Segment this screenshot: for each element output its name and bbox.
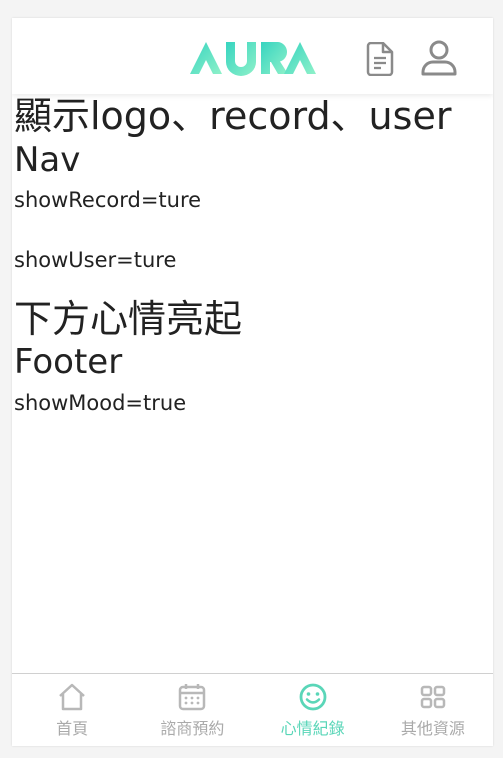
bottom-footer: 首頁 諮商預約 心情紀錄 其他資源 [12,673,493,746]
tab-appointment-label: 諮商預約 [160,719,225,738]
show-user-text: showUser=ture [14,247,177,272]
aura-logo[interactable] [188,40,318,76]
calendar-icon [179,684,206,711]
show-mood-text: showMood=true [14,391,187,416]
tab-mood[interactable]: 心情紀錄 [253,674,373,746]
top-nav [12,18,493,94]
tab-home[interactable]: 首頁 [12,674,132,746]
smiley-icon [299,683,327,711]
user-icon[interactable] [420,40,458,76]
app-frame: 顯示logo、record、user Nav showRecord=ture s… [12,18,493,746]
heading-nav-description: 顯示logo、record、user [14,94,452,138]
document-icon[interactable] [365,42,395,76]
heading-footer-description: 下方心情亮起 [14,296,243,341]
tab-resources[interactable]: 其他資源 [373,674,493,746]
tab-mood-label: 心情紀錄 [280,719,345,738]
tab-resources-label: 其他資源 [400,719,465,738]
tab-appointment[interactable]: 諮商預約 [132,674,252,746]
home-icon [59,683,85,711]
heading-footer: Footer [14,342,123,383]
grid-icon [420,685,446,709]
tab-home-label: 首頁 [56,719,89,738]
show-record-text: showRecord=ture [14,188,202,213]
page-content: 顯示logo、record、user Nav showRecord=ture s… [12,94,493,416]
heading-nav: Nav [14,139,81,180]
